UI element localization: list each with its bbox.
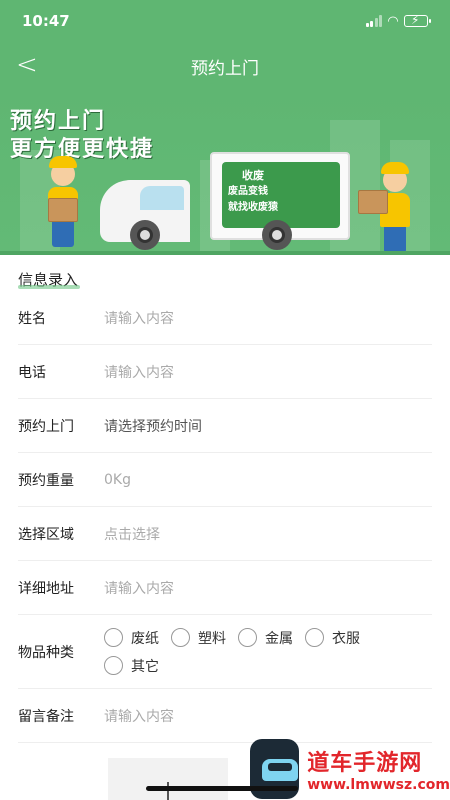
- section-title: 信息录入: [18, 255, 81, 291]
- address-input[interactable]: 请输入内容: [104, 578, 174, 598]
- header: 10:47 ◠ ⚡ < 预约上门: [0, 0, 450, 90]
- truck-sign: 收废 废品变钱 就找收废猿: [222, 162, 340, 228]
- watermark-name: 道车手游网: [307, 751, 423, 776]
- category-label: 物品种类: [18, 644, 74, 661]
- status-bar: 10:47 ◠ ⚡: [0, 0, 450, 42]
- appointment-time-picker[interactable]: 请选择预约时间: [104, 416, 202, 436]
- category-option-other[interactable]: 其它: [104, 656, 159, 676]
- upload-image-button[interactable]: [108, 758, 228, 800]
- home-indicator[interactable]: [146, 786, 298, 791]
- phone-row[interactable]: 电话 请输入内容: [18, 345, 432, 399]
- category-option-paper[interactable]: 废纸: [104, 628, 159, 648]
- nav-bar: < 预约上门: [0, 42, 450, 90]
- signal-icon: [365, 15, 382, 27]
- status-time: 10:47: [22, 12, 70, 30]
- wifi-icon: ◠: [388, 13, 398, 29]
- plus-icon: [167, 782, 169, 800]
- name-label: 姓名: [18, 310, 46, 327]
- radio-icon: [238, 628, 257, 647]
- weight-input[interactable]: 0Kg: [104, 472, 131, 488]
- name-row[interactable]: 姓名 请输入内容: [18, 291, 432, 345]
- crate-right: [358, 190, 388, 214]
- address-row[interactable]: 详细地址 请输入内容: [18, 561, 432, 615]
- page-title: 预约上门: [191, 58, 259, 79]
- remark-label: 留言备注: [18, 708, 74, 725]
- info-form: 信息录入 姓名 请输入内容 电话 请输入内容 预约上门 请选择预约时间 预约重量…: [0, 255, 450, 743]
- banner: 预约上门 更方便更快捷 收废 废品变钱 就找收废猿: [0, 90, 450, 255]
- banner-headline: 预约上门: [10, 109, 107, 134]
- radio-icon: [104, 656, 123, 675]
- watermark-url: www.lmwwsz.com: [307, 777, 450, 793]
- appointment-label: 预约上门: [18, 418, 74, 435]
- weight-label: 预约重量: [18, 472, 74, 489]
- address-label: 详细地址: [18, 580, 74, 597]
- remark-row[interactable]: 留言备注 请输入内容: [18, 689, 432, 743]
- name-input[interactable]: 请输入内容: [104, 308, 174, 328]
- truck-illustration: 收废 废品变钱 就找收废猿: [100, 152, 350, 252]
- phone-label: 电话: [18, 364, 46, 381]
- crate-left: [48, 198, 78, 222]
- category-option-plastic[interactable]: 塑料: [171, 628, 226, 648]
- radio-icon: [305, 628, 324, 647]
- weight-row[interactable]: 预约重量 0Kg: [18, 453, 432, 507]
- radio-icon: [104, 628, 123, 647]
- appointment-row[interactable]: 预约上门 请选择预约时间: [18, 399, 432, 453]
- remark-input[interactable]: 请输入内容: [104, 706, 174, 726]
- region-picker[interactable]: 点击选择: [104, 524, 160, 544]
- category-option-clothes[interactable]: 衣服: [305, 628, 360, 648]
- category-options: 废纸 塑料 金属 衣服 其它: [104, 628, 424, 676]
- region-label: 选择区域: [18, 526, 74, 543]
- back-button[interactable]: <: [16, 50, 38, 80]
- phone-input[interactable]: 请输入内容: [104, 362, 174, 382]
- region-row[interactable]: 选择区域 点击选择: [18, 507, 432, 561]
- battery-icon: ⚡: [404, 13, 431, 27]
- category-row: 物品种类 废纸 塑料 金属 衣服 其它: [18, 615, 432, 689]
- radio-icon: [171, 628, 190, 647]
- category-option-metal[interactable]: 金属: [238, 628, 293, 648]
